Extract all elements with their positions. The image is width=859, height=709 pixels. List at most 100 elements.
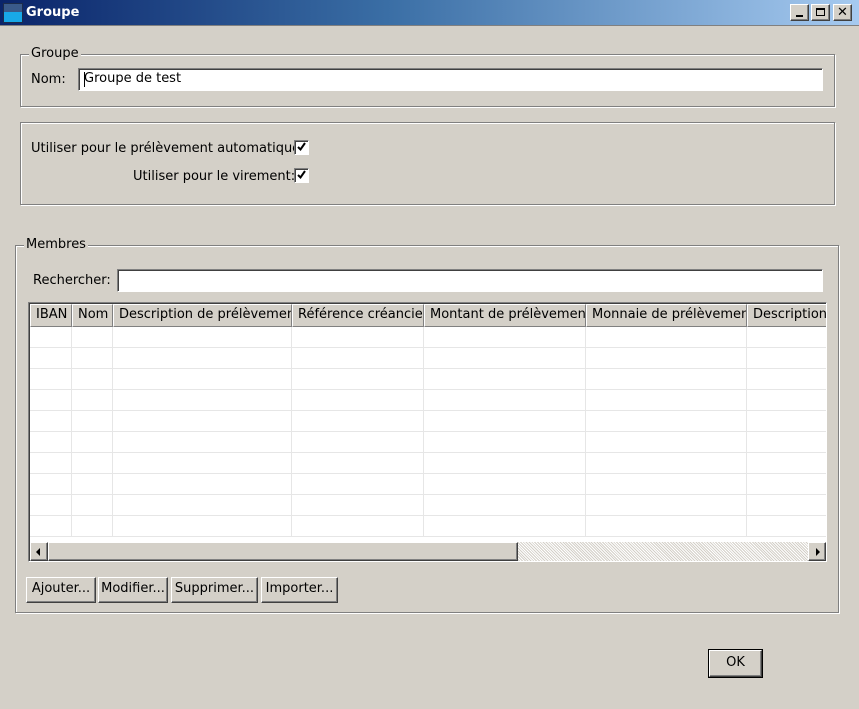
edit-button[interactable]: Modifier... bbox=[98, 577, 168, 603]
table-cell[interactable] bbox=[72, 327, 113, 348]
column-header-name[interactable]: Nom bbox=[72, 304, 113, 327]
table-cell[interactable] bbox=[113, 495, 292, 516]
column-header-iban[interactable]: IBAN bbox=[30, 304, 72, 327]
table-row[interactable] bbox=[30, 348, 826, 369]
ok-button[interactable]: OK bbox=[708, 649, 763, 678]
table-cell[interactable] bbox=[424, 474, 586, 495]
table-row[interactable] bbox=[30, 453, 826, 474]
table-cell[interactable] bbox=[424, 432, 586, 453]
scrollbar-thumb[interactable] bbox=[48, 542, 518, 561]
table-cell[interactable] bbox=[72, 474, 113, 495]
table-cell[interactable] bbox=[586, 369, 747, 390]
table-row[interactable] bbox=[30, 432, 826, 453]
table-cell[interactable] bbox=[113, 411, 292, 432]
table-row[interactable] bbox=[30, 516, 826, 537]
table-cell[interactable] bbox=[292, 390, 424, 411]
table-cell[interactable] bbox=[586, 411, 747, 432]
table-cell[interactable] bbox=[72, 390, 113, 411]
auto-debit-checkbox[interactable] bbox=[294, 140, 309, 155]
table-cell[interactable] bbox=[586, 348, 747, 369]
table-cell[interactable] bbox=[292, 453, 424, 474]
table-cell[interactable] bbox=[113, 432, 292, 453]
column-header-debit-description[interactable]: Description de prélèvement bbox=[113, 304, 292, 327]
table-cell[interactable] bbox=[30, 453, 72, 474]
table-cell[interactable] bbox=[292, 495, 424, 516]
column-header-debit-amount[interactable]: Montant de prélèvement bbox=[424, 304, 586, 327]
table-body[interactable] bbox=[30, 327, 826, 543]
table-cell[interactable] bbox=[30, 348, 72, 369]
table-row[interactable] bbox=[30, 327, 826, 348]
table-cell[interactable] bbox=[113, 390, 292, 411]
table-cell[interactable] bbox=[30, 369, 72, 390]
table-cell[interactable] bbox=[424, 411, 586, 432]
table-cell[interactable] bbox=[747, 432, 826, 453]
column-header-creditor-reference[interactable]: Référence créancier bbox=[292, 304, 424, 327]
table-cell[interactable] bbox=[424, 453, 586, 474]
table-row[interactable] bbox=[30, 495, 826, 516]
table-cell[interactable] bbox=[747, 327, 826, 348]
import-button[interactable]: Importer... bbox=[261, 577, 338, 603]
table-cell[interactable] bbox=[30, 432, 72, 453]
table-row[interactable] bbox=[30, 411, 826, 432]
table-cell[interactable] bbox=[30, 495, 72, 516]
table-cell[interactable] bbox=[113, 453, 292, 474]
table-row[interactable] bbox=[30, 390, 826, 411]
table-cell[interactable] bbox=[72, 348, 113, 369]
delete-button[interactable]: Supprimer... bbox=[171, 577, 258, 603]
table-cell[interactable] bbox=[113, 474, 292, 495]
table-cell[interactable] bbox=[113, 516, 292, 537]
horizontal-scrollbar[interactable] bbox=[30, 542, 826, 561]
table-cell[interactable] bbox=[72, 432, 113, 453]
table-cell[interactable] bbox=[424, 516, 586, 537]
table-cell[interactable] bbox=[292, 369, 424, 390]
table-cell[interactable] bbox=[292, 432, 424, 453]
table-cell[interactable] bbox=[747, 411, 826, 432]
maximize-button[interactable] bbox=[811, 4, 830, 21]
table-cell[interactable] bbox=[72, 411, 113, 432]
table-cell[interactable] bbox=[747, 390, 826, 411]
close-button[interactable]: ✕ bbox=[833, 4, 852, 21]
table-cell[interactable] bbox=[586, 390, 747, 411]
table-cell[interactable] bbox=[72, 495, 113, 516]
table-cell[interactable] bbox=[292, 516, 424, 537]
table-cell[interactable] bbox=[424, 369, 586, 390]
table-cell[interactable] bbox=[747, 474, 826, 495]
table-cell[interactable] bbox=[30, 516, 72, 537]
scroll-left-button[interactable] bbox=[30, 542, 48, 561]
table-cell[interactable] bbox=[424, 348, 586, 369]
table-cell[interactable] bbox=[30, 411, 72, 432]
table-cell[interactable] bbox=[586, 432, 747, 453]
table-cell[interactable] bbox=[586, 453, 747, 474]
table-cell[interactable] bbox=[586, 516, 747, 537]
column-header-debit-currency[interactable]: Monnaie de prélèvement bbox=[586, 304, 747, 327]
table-cell[interactable] bbox=[30, 474, 72, 495]
table-cell[interactable] bbox=[747, 453, 826, 474]
table-cell[interactable] bbox=[747, 516, 826, 537]
table-cell[interactable] bbox=[292, 348, 424, 369]
table-cell[interactable] bbox=[586, 474, 747, 495]
transfer-checkbox[interactable] bbox=[294, 168, 309, 183]
table-cell[interactable] bbox=[72, 369, 113, 390]
table-cell[interactable] bbox=[113, 369, 292, 390]
table-cell[interactable] bbox=[747, 369, 826, 390]
members-table[interactable]: IBAN Nom Description de prélèvement Réfé… bbox=[28, 302, 827, 562]
table-cell[interactable] bbox=[292, 411, 424, 432]
table-cell[interactable] bbox=[30, 327, 72, 348]
table-cell[interactable] bbox=[72, 453, 113, 474]
column-header-description[interactable]: Description d bbox=[747, 304, 826, 327]
title-bar[interactable]: Groupe ✕ bbox=[0, 0, 859, 26]
table-cell[interactable] bbox=[30, 390, 72, 411]
table-cell[interactable] bbox=[586, 327, 747, 348]
table-cell[interactable] bbox=[747, 348, 826, 369]
scroll-right-button[interactable] bbox=[808, 542, 826, 561]
table-cell[interactable] bbox=[424, 327, 586, 348]
search-input[interactable] bbox=[117, 269, 823, 292]
table-cell[interactable] bbox=[424, 495, 586, 516]
table-cell[interactable] bbox=[424, 390, 586, 411]
table-cell[interactable] bbox=[113, 348, 292, 369]
minimize-button[interactable] bbox=[790, 4, 809, 21]
table-cell[interactable] bbox=[113, 327, 292, 348]
add-button[interactable]: Ajouter... bbox=[26, 577, 96, 603]
table-cell[interactable] bbox=[292, 327, 424, 348]
table-cell[interactable] bbox=[72, 516, 113, 537]
